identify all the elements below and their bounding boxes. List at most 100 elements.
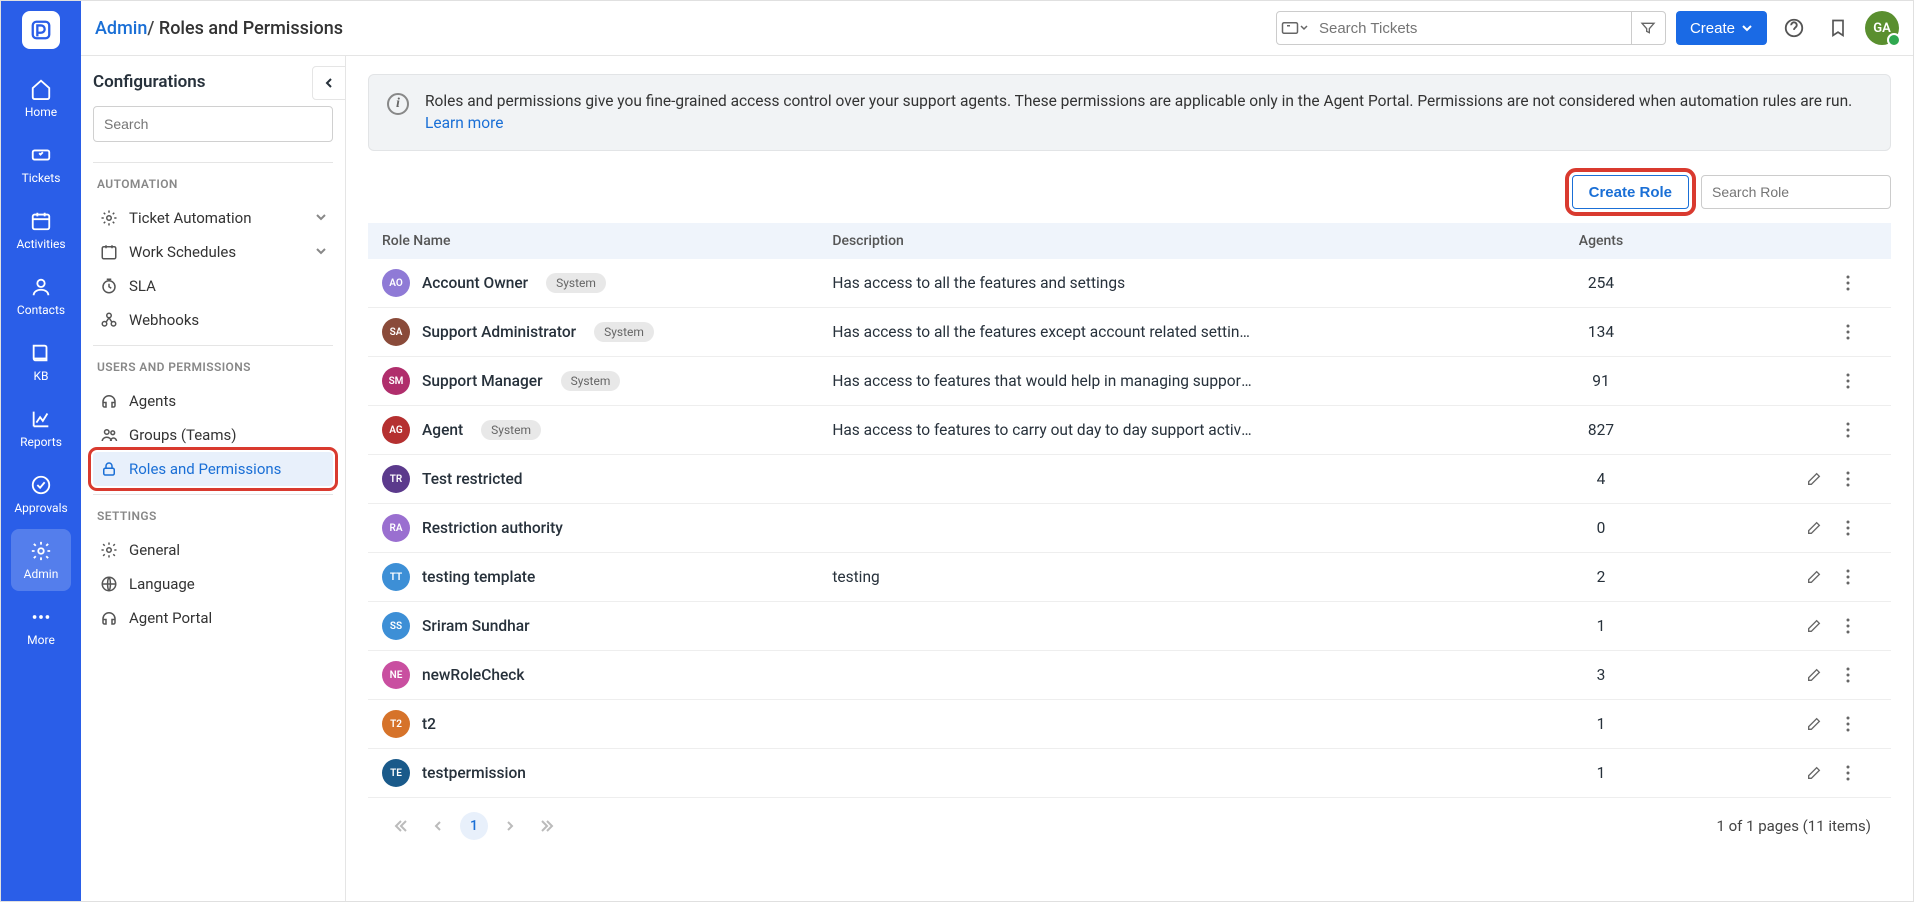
pager-first[interactable]: [388, 812, 416, 840]
row-more-button[interactable]: [1835, 417, 1861, 443]
webhook-icon: [99, 311, 119, 329]
create-label: Create: [1690, 20, 1735, 37]
row-more-button[interactable]: [1835, 270, 1861, 296]
edit-button[interactable]: [1801, 760, 1827, 786]
config-item-webhooks[interactable]: Webhooks: [93, 303, 333, 337]
system-pill: System: [594, 322, 654, 342]
edit-button[interactable]: [1801, 662, 1827, 688]
nav-reports[interactable]: Reports: [11, 397, 71, 459]
global-search[interactable]: [1276, 11, 1666, 45]
nav-kb[interactable]: KB: [11, 331, 71, 393]
row-more-button[interactable]: [1835, 515, 1861, 541]
edit-button[interactable]: [1801, 711, 1827, 737]
group-label-settings: SETTINGS: [97, 509, 329, 523]
config-item-label: Agents: [129, 392, 176, 410]
table-row[interactable]: SA Support Administrator System Has acce…: [368, 308, 1891, 357]
filter-icon[interactable]: [1631, 12, 1665, 44]
nav-contacts[interactable]: Contacts: [11, 265, 71, 327]
role-description: testing: [832, 568, 1252, 586]
pager-last[interactable]: [532, 812, 560, 840]
divider: [93, 162, 333, 163]
row-more-button[interactable]: [1835, 368, 1861, 394]
table-row[interactable]: SM Support Manager System Has access to …: [368, 357, 1891, 406]
nav-tickets[interactable]: Tickets: [11, 133, 71, 195]
user-avatar[interactable]: GA: [1865, 11, 1899, 45]
role-name: Restriction authority: [422, 519, 563, 537]
pagination: 1 1 of 1 pages (11 items): [368, 798, 1891, 846]
edit-button[interactable]: [1801, 515, 1827, 541]
content-area: i Roles and permissions give you fine-gr…: [346, 56, 1913, 901]
row-more-button[interactable]: [1835, 613, 1861, 639]
breadcrumb-root[interactable]: Admin: [95, 18, 147, 39]
bookmark-button[interactable]: [1821, 11, 1855, 45]
nav-activities[interactable]: Activities: [11, 199, 71, 261]
info-text: Roles and permissions give you fine-grai…: [425, 91, 1872, 134]
role-name: newRoleCheck: [422, 666, 524, 684]
table-row[interactable]: TR Test restricted 4: [368, 455, 1891, 504]
search-input[interactable]: [1313, 12, 1631, 44]
table-row[interactable]: NE newRoleCheck 3: [368, 651, 1891, 700]
config-item-sla[interactable]: SLA: [93, 269, 333, 303]
row-more-button[interactable]: [1835, 466, 1861, 492]
config-search-input[interactable]: [93, 106, 333, 142]
edit-button[interactable]: [1801, 613, 1827, 639]
role-name: testpermission: [422, 764, 526, 782]
nav-admin[interactable]: Admin: [11, 529, 71, 591]
role-avatar: AO: [382, 269, 410, 297]
table-row[interactable]: SS Sriram Sundhar 1: [368, 602, 1891, 651]
role-description: Has access to features that would help i…: [832, 372, 1252, 390]
th-role-name: Role Name: [368, 223, 818, 259]
config-item-work-schedules[interactable]: Work Schedules: [93, 235, 333, 269]
users-icon: [99, 426, 119, 444]
presence-indicator: [1887, 33, 1901, 47]
config-item-agent-portal[interactable]: Agent Portal: [93, 601, 333, 635]
table-row[interactable]: TE testpermission 1: [368, 749, 1891, 798]
config-item-groups[interactable]: Groups (Teams): [93, 418, 333, 452]
row-more-button[interactable]: [1835, 662, 1861, 688]
role-avatar: SS: [382, 612, 410, 640]
pager-next[interactable]: [496, 812, 524, 840]
row-more-button[interactable]: [1835, 564, 1861, 590]
table-row[interactable]: AO Account Owner System Has access to al…: [368, 259, 1891, 308]
config-item-ticket-automation[interactable]: Ticket Automation: [93, 201, 333, 235]
config-item-general[interactable]: General: [93, 533, 333, 567]
table-row[interactable]: T2 t2 1: [368, 700, 1891, 749]
table-row[interactable]: AG Agent System Has access to features t…: [368, 406, 1891, 455]
table-row[interactable]: RA Restriction authority 0: [368, 504, 1891, 553]
roles-table: Role Name Description Agents AO Account …: [368, 223, 1891, 798]
nav-label: KB: [33, 369, 48, 383]
row-more-button[interactable]: [1835, 319, 1861, 345]
nav-home[interactable]: Home: [11, 67, 71, 129]
search-role-input[interactable]: [1701, 175, 1891, 209]
app-logo[interactable]: [22, 11, 60, 49]
headset-icon: [99, 609, 119, 627]
role-name: Support Administrator: [422, 323, 576, 341]
row-more-button[interactable]: [1835, 760, 1861, 786]
nav-more[interactable]: More: [11, 595, 71, 657]
system-pill: System: [481, 420, 541, 440]
edit-button[interactable]: [1801, 564, 1827, 590]
table-row[interactable]: TT testing template testing 2: [368, 553, 1891, 602]
role-avatar: SM: [382, 367, 410, 395]
config-item-label: Roles and Permissions: [129, 460, 281, 478]
edit-button[interactable]: [1801, 466, 1827, 492]
role-agents-count: 1: [1491, 602, 1711, 651]
create-role-button[interactable]: Create Role: [1572, 175, 1689, 209]
calendar-icon: [29, 209, 53, 233]
chart-icon: [29, 407, 53, 431]
info-icon: i: [387, 93, 409, 115]
create-button[interactable]: Create: [1676, 11, 1767, 45]
pager-current[interactable]: 1: [460, 812, 488, 840]
collapse-sidebar-button[interactable]: [312, 66, 346, 100]
learn-more-link[interactable]: Learn more: [425, 114, 503, 132]
ticket-search-type-icon[interactable]: [1277, 21, 1313, 35]
config-item-agents[interactable]: Agents: [93, 384, 333, 418]
help-button[interactable]: [1777, 11, 1811, 45]
automation-icon: [99, 209, 119, 227]
nav-approvals[interactable]: Approvals: [11, 463, 71, 525]
config-item-language[interactable]: Language: [93, 567, 333, 601]
config-item-roles-permissions[interactable]: Roles and Permissions: [93, 452, 333, 486]
pager-prev[interactable]: [424, 812, 452, 840]
role-description: Has access to all the features and setti…: [832, 274, 1252, 292]
row-more-button[interactable]: [1835, 711, 1861, 737]
